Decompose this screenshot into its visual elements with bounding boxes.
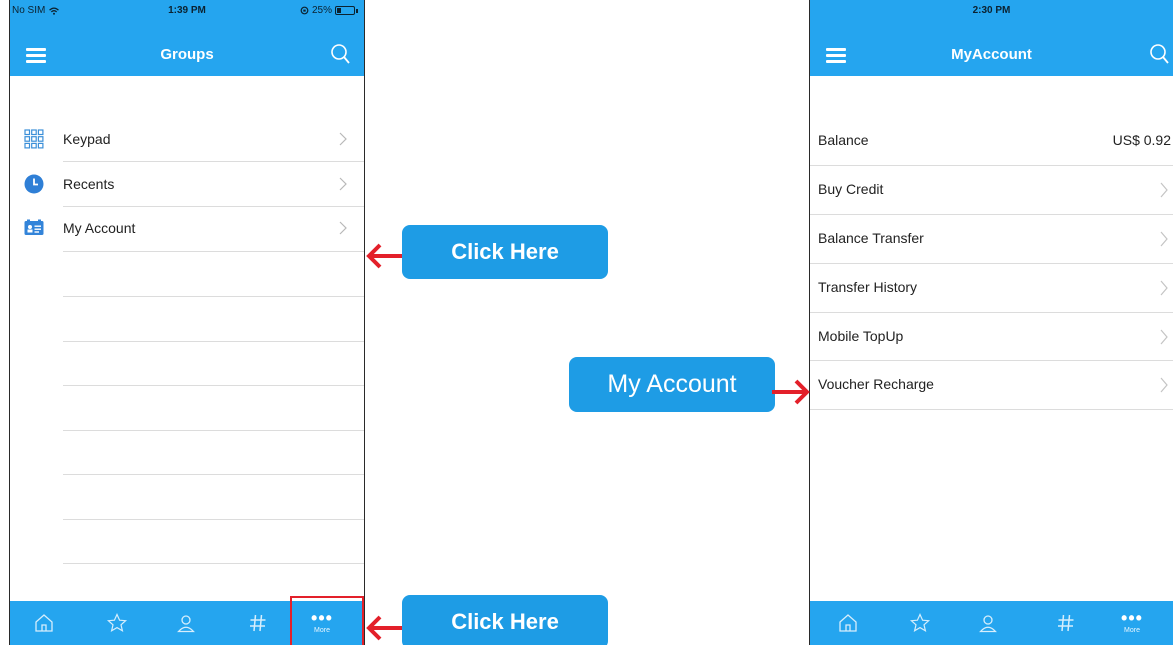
menu-item-voucher-recharge[interactable]: Voucher Recharge	[810, 361, 1173, 409]
menu-item-label: Voucher Recharge	[818, 376, 934, 392]
divider	[63, 161, 364, 162]
keypad-icon	[24, 129, 44, 149]
more-icon: •••	[1121, 607, 1143, 628]
menu-item-transfer-history[interactable]: Transfer History	[810, 264, 1173, 312]
chevron-right-icon	[1160, 280, 1168, 296]
more-tab-highlight	[290, 596, 364, 645]
page-title: Groups	[160, 46, 214, 63]
empty-row-divider	[63, 430, 364, 431]
menu-item-mobile-topup[interactable]: Mobile TopUp	[810, 313, 1173, 361]
balance-row: Balance US$ 0.92	[810, 117, 1173, 165]
chevron-right-icon	[1160, 231, 1168, 247]
tab-bar: ••• More	[810, 601, 1173, 645]
status-bar: 2:30 PM	[810, 0, 1173, 22]
tab-dialpad[interactable]	[238, 601, 278, 645]
my-account-callout: My Account	[569, 357, 775, 412]
hash-icon	[250, 614, 266, 632]
nav-bar: Groups	[10, 22, 364, 76]
tab-home[interactable]	[828, 601, 868, 645]
right-phone-screen: 2:30 PM MyAccount Balance US$ 0.92 Buy C…	[809, 0, 1173, 645]
menu-item-label: My Account	[63, 220, 136, 236]
empty-row-divider	[63, 474, 364, 475]
chevron-right-icon	[339, 221, 347, 235]
empty-row-divider	[63, 341, 364, 342]
star-icon	[909, 613, 931, 633]
lock-rotation-icon	[300, 6, 309, 15]
home-icon	[839, 614, 857, 632]
empty-row-divider	[63, 296, 364, 297]
tab-home[interactable]	[24, 601, 64, 645]
click-here-callout: Click Here	[402, 595, 608, 645]
tab-favorites[interactable]	[97, 601, 137, 645]
tab-dialpad[interactable]	[1046, 601, 1086, 645]
contact-icon	[177, 615, 195, 633]
tab-more[interactable]: ••• More	[1110, 601, 1154, 645]
account-card-icon	[24, 219, 44, 235]
status-bar: No SIM 1:39 PM 25%	[10, 0, 364, 22]
chevron-right-icon	[1160, 329, 1168, 345]
divider	[63, 251, 364, 252]
battery-icon	[335, 6, 355, 15]
menu-item-label: Balance Transfer	[818, 230, 924, 246]
empty-row-divider	[63, 563, 364, 564]
search-icon[interactable]	[1147, 42, 1171, 66]
tab-more-label: More	[1124, 626, 1140, 634]
home-icon	[35, 614, 53, 632]
empty-row-divider	[63, 385, 364, 386]
chevron-right-icon	[339, 177, 347, 191]
arrow-right-icon	[772, 379, 810, 405]
status-time: 2:30 PM	[972, 5, 1011, 16]
page-title: MyAccount	[951, 46, 1032, 63]
balance-label: Balance	[818, 132, 869, 148]
nav-bar: MyAccount	[810, 22, 1173, 76]
clock-icon	[24, 174, 44, 194]
balance-value: US$ 0.92	[1112, 132, 1171, 148]
chevron-right-icon	[1160, 182, 1168, 198]
menu-item-label: Mobile TopUp	[818, 328, 904, 344]
menu-item-keypad[interactable]: Keypad	[10, 118, 364, 162]
menu-item-recents[interactable]: Recents	[10, 163, 364, 207]
chevron-right-icon	[1160, 377, 1168, 393]
star-icon	[106, 613, 128, 633]
tab-favorites[interactable]	[900, 601, 940, 645]
menu-item-balance-transfer[interactable]: Balance Transfer	[810, 215, 1173, 263]
status-battery: 25%	[300, 5, 358, 16]
chevron-right-icon	[339, 132, 347, 146]
tab-contacts[interactable]	[968, 601, 1008, 645]
menu-item-buy-credit[interactable]: Buy Credit	[810, 166, 1173, 214]
menu-item-label: Keypad	[63, 131, 111, 147]
tab-contacts[interactable]	[166, 601, 206, 645]
arrow-left-icon	[366, 615, 404, 641]
menu-item-label: Recents	[63, 176, 115, 192]
search-icon[interactable]	[328, 42, 352, 66]
contact-icon	[979, 615, 997, 633]
menu-item-my-account[interactable]: My Account	[10, 207, 364, 251]
battery-percent: 25%	[311, 5, 332, 16]
menu-item-label: Transfer History	[818, 279, 918, 295]
hash-icon	[1058, 614, 1074, 632]
click-here-callout: Click Here	[402, 225, 608, 279]
empty-row-divider	[63, 519, 364, 520]
divider	[810, 409, 1173, 410]
left-phone-screen: No SIM 1:39 PM 25% Groups Keypad Recents…	[9, 0, 365, 645]
arrow-left-icon	[366, 243, 404, 269]
menu-item-label: Buy Credit	[818, 181, 884, 197]
